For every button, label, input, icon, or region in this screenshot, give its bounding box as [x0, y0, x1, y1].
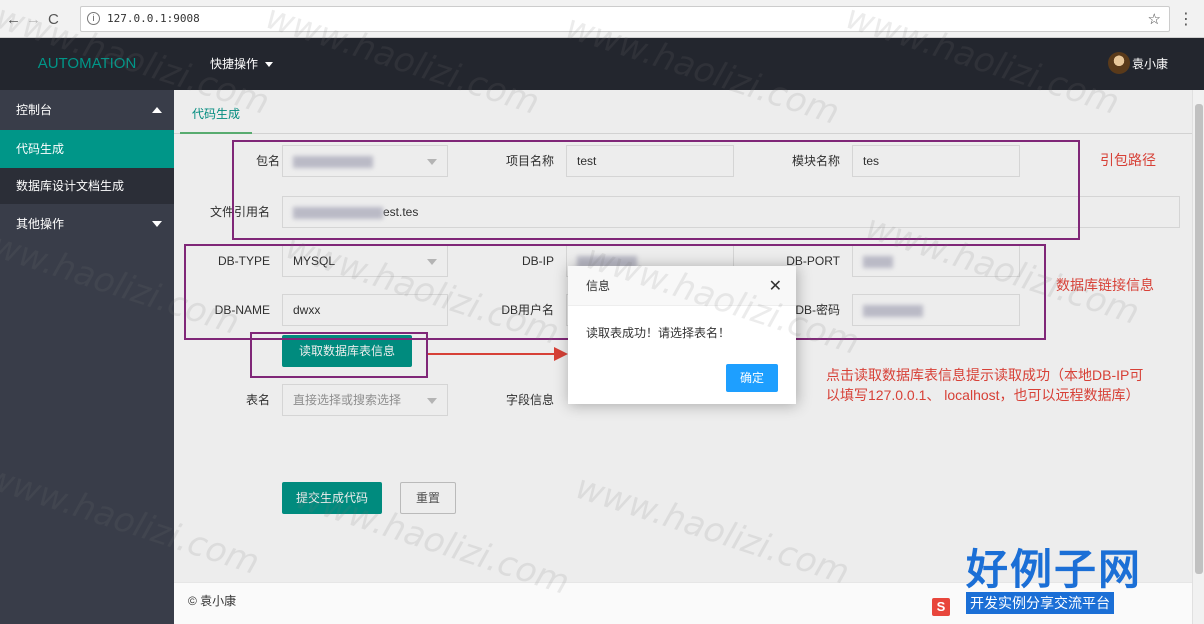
sidebar-item-console[interactable]: 控制台 [0, 90, 174, 130]
sidebar-item-label: 代码生成 [16, 142, 65, 156]
close-icon[interactable]: ✕ [769, 276, 782, 296]
reload-icon[interactable]: C [48, 11, 59, 28]
watermark-logo: 好例子网 开发实例分享交流平台 [966, 536, 1162, 616]
sidebar-item-label: 控制台 [16, 103, 53, 117]
sidebar-item-code-gen[interactable]: 代码生成 [0, 130, 174, 168]
browser-menu-icon[interactable]: ⋮ [1178, 9, 1194, 29]
chevron-down-icon [152, 221, 162, 227]
top-nav-bar: AUTOMATION 快捷操作 袁小康 [0, 38, 1204, 90]
watermark-logo-title: 好例子网 [966, 545, 1143, 594]
info-icon[interactable]: i [87, 12, 100, 25]
brand-logo[interactable]: AUTOMATION [0, 38, 174, 90]
dialog-ok-button[interactable]: 确定 [726, 364, 778, 392]
address-bar[interactable]: i 127.0.0.1:9008 ☆ [80, 6, 1170, 32]
sidebar-item-other[interactable]: 其他操作 [0, 204, 174, 244]
avatar[interactable] [1108, 52, 1130, 74]
footer-copyright: © 袁小康 [188, 594, 237, 608]
back-icon[interactable]: ← [6, 11, 21, 28]
s-badge-icon: S [932, 598, 950, 616]
sidebar-item-label: 其他操作 [16, 217, 65, 231]
user-name[interactable]: 袁小康 [1132, 38, 1168, 90]
chevron-up-icon [152, 107, 162, 113]
quick-actions-label: 快捷操作 [210, 57, 259, 71]
browser-toolbar: ← → C i 127.0.0.1:9008 ☆ ⋮ [0, 0, 1204, 38]
bookmark-star-icon[interactable]: ☆ [1148, 10, 1161, 28]
sidebar-item-db-doc[interactable]: 数据库设计文档生成 [0, 168, 174, 204]
scrollbar-thumb[interactable] [1195, 104, 1203, 574]
watermark-logo-subtitle: 开发实例分享交流平台 [966, 592, 1114, 614]
sidebar-item-label: 数据库设计文档生成 [16, 179, 125, 193]
dialog-title: 信息 [568, 266, 796, 306]
info-dialog: 信息 ✕ 读取表成功！请选择表名！ 确定 [568, 266, 796, 404]
sidebar: 控制台 代码生成 数据库设计文档生成 其他操作 [0, 90, 174, 624]
dialog-message: 读取表成功！请选择表名！ [586, 326, 731, 340]
page-scrollbar[interactable] [1192, 90, 1204, 624]
caret-down-icon [265, 62, 274, 68]
url-text[interactable]: 127.0.0.1:9008 [107, 12, 200, 25]
quick-actions-menu[interactable]: 快捷操作 [210, 38, 274, 90]
forward-icon[interactable]: → [26, 11, 41, 28]
